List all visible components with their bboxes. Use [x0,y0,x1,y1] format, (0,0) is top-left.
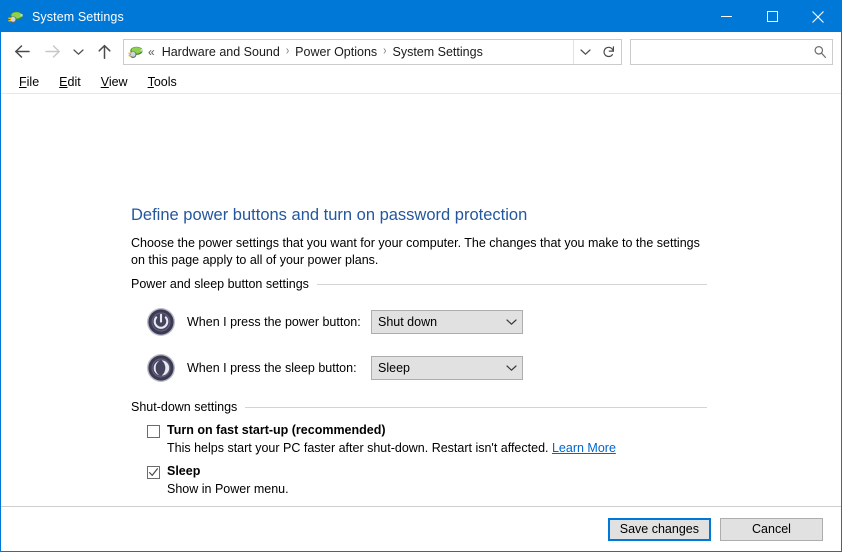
recent-pages-button[interactable] [67,37,89,67]
menu-accesskey: E [59,75,67,89]
power-button-action-value: Shut down [372,315,500,329]
sleep-checkbox-row[interactable]: Sleep [147,464,707,479]
power-button-action-dropdown[interactable]: Shut down [371,310,523,334]
sleep-button-setting-row: When I press the sleep button: Sleep [131,353,707,383]
title-bar: System Settings [1,1,841,32]
menu-accesskey: F [19,75,27,89]
learn-more-link[interactable]: Learn More [552,441,616,455]
back-button[interactable] [7,37,37,67]
maximize-button[interactable] [749,1,795,32]
fast-startup-checkbox[interactable] [147,425,160,438]
cancel-button[interactable]: Cancel [720,518,823,541]
refresh-button[interactable] [596,39,622,65]
breadcrumb: « Hardware and Sound › Power Options › S… [148,44,573,60]
refresh-icon [602,45,616,59]
battery-plug-icon [128,44,144,60]
fast-startup-label: Turn on fast start-up (recommended) [167,423,386,437]
power-and-sleep-settings-group: Power and sleep button settings When I p… [131,277,707,383]
fast-startup-description: This helps start your PC faster after sh… [167,441,707,455]
sleep-button-action-value: Sleep [372,361,500,375]
chevron-down-icon [500,318,522,326]
chevron-down-icon [73,48,84,56]
group-divider [317,284,707,285]
forward-arrow-icon [44,44,61,59]
minimize-icon [721,11,732,22]
shutdown-settings-group: Shut-down settings Turn on fast start-up… [131,400,707,506]
up-arrow-icon [97,44,112,60]
caption-buttons [703,1,841,32]
system-settings-window: System Settings [0,0,842,552]
menu-item-tools[interactable]: Tools [138,73,187,91]
back-arrow-icon [14,44,31,59]
menu-label-rest: ile [27,75,40,89]
group-title: Shut-down settings [131,400,237,414]
search-input[interactable] [631,45,808,59]
group-header: Power and sleep button settings [131,277,707,291]
group-header: Shut-down settings [131,400,707,414]
menu-label-rest: iew [109,75,128,89]
page-title: Define power buttons and turn on passwor… [131,206,527,225]
breadcrumb-item-power-options[interactable]: Power Options [291,44,381,60]
up-button[interactable] [89,37,119,67]
breadcrumb-separator-icon[interactable]: › [381,45,388,59]
address-bar[interactable]: « Hardware and Sound › Power Options › S… [123,39,597,65]
menu-item-view[interactable]: View [91,73,138,91]
menu-item-file[interactable]: File [9,73,49,91]
page-description: Choose the power settings that you want … [131,235,707,269]
menu-accesskey: V [101,75,109,89]
sleep-button-setting-label: When I press the sleep button: [187,361,371,375]
fast-startup-description-text: This helps start your PC faster after sh… [167,441,552,455]
close-icon [812,11,824,23]
chevron-down-icon [500,364,522,372]
content-area: Define power buttons and turn on passwor… [1,94,841,506]
menu-label-rest: dit [68,75,81,89]
search-box[interactable] [630,39,833,65]
sleep-checkbox[interactable] [147,466,160,479]
battery-plug-icon [8,9,24,25]
breadcrumb-separator-icon[interactable]: › [284,45,291,59]
chevron-down-icon [580,48,591,56]
maximize-icon [767,11,778,22]
forward-button[interactable] [37,37,67,67]
search-icon[interactable] [808,45,832,59]
sleep-description: Show in Power menu. [167,482,707,496]
power-button-setting-row: When I press the power button: Shut down [131,307,707,337]
menu-item-edit[interactable]: Edit [49,73,91,91]
power-button-setting-label: When I press the power button: [187,315,371,329]
breadcrumb-item-system-settings[interactable]: System Settings [389,44,487,60]
sleep-button-action-dropdown[interactable]: Sleep [371,356,523,380]
menu-bar: File Edit View Tools [1,71,841,94]
minimize-button[interactable] [703,1,749,32]
group-title: Power and sleep button settings [131,277,309,291]
window-title: System Settings [32,10,124,24]
hibernate-label: Hibernate [167,505,225,506]
checkmark-icon [148,467,159,478]
sleep-label: Sleep [167,464,200,478]
group-divider [245,407,707,408]
address-dropdown-button[interactable] [573,40,596,64]
close-button[interactable] [795,1,841,32]
sleep-button-icon [146,353,176,383]
breadcrumb-item-hardware-and-sound[interactable]: Hardware and Sound [158,44,284,60]
save-changes-button[interactable]: Save changes [608,518,711,541]
dialog-button-bar: Save changes Cancel [1,506,841,551]
breadcrumb-overflow-icon[interactable]: « [148,45,155,59]
hibernate-checkbox-row[interactable]: Hibernate [147,505,707,506]
navigation-toolbar: « Hardware and Sound › Power Options › S… [1,32,841,71]
menu-label-rest: ools [154,75,177,89]
power-button-icon [146,307,176,337]
fast-startup-checkbox-row[interactable]: Turn on fast start-up (recommended) [147,423,707,438]
